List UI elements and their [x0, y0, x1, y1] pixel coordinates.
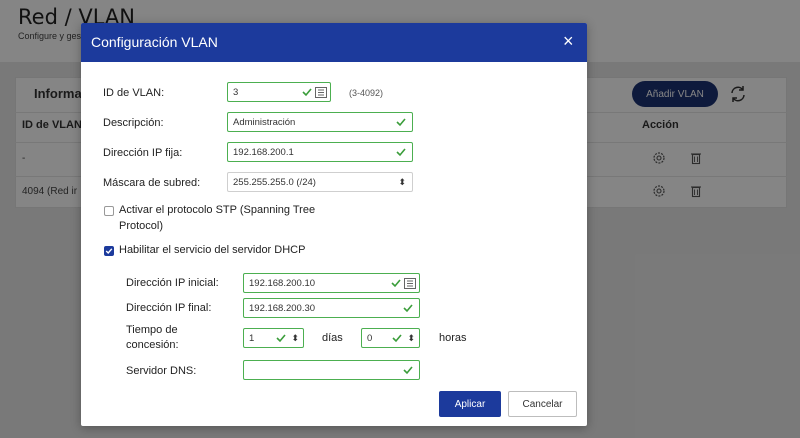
dhcp-start-value: 192.168.200.10 [249, 278, 316, 289]
dhcp-end-value: 192.168.200.30 [249, 303, 316, 314]
vlan-id-range-hint: (3-4092) [349, 88, 384, 98]
dhcp-end-label: Dirección IP final: [126, 302, 212, 314]
lease-hours-unit: horas [439, 332, 467, 344]
updown-arrows-icon: ⬍ [291, 333, 299, 343]
dhcp-start-input[interactable]: 192.168.200.10 [243, 273, 420, 293]
lease-days-unit: días [322, 332, 343, 344]
dhcp-settings-section: Dirección IP inicial: 192.168.200.10 Dir… [109, 263, 467, 385]
dhcp-start-label: Dirección IP inicial: [126, 277, 219, 289]
lease-days-value: 1 [249, 333, 255, 344]
stp-label-line1: Activar el protocolo STP (Spanning Tree [119, 204, 316, 216]
vlan-id-label: ID de VLAN: [103, 87, 165, 99]
keyboard-icon [404, 278, 416, 289]
description-input[interactable]: Administración [227, 112, 413, 132]
checkmark-icon [403, 304, 413, 313]
description-value: Administración [233, 117, 296, 128]
subnet-mask-value: 255.255.255.0 (/24) [233, 177, 316, 188]
dns-label: Servidor DNS: [126, 365, 197, 377]
dhcp-checkbox[interactable] [104, 246, 114, 256]
lease-label-line1: Tiempo de [126, 324, 178, 336]
fixed-ip-value: 192.168.200.1 [233, 147, 294, 158]
cancel-button[interactable]: Cancelar [508, 391, 577, 417]
updown-arrows-icon: ⬍ [407, 333, 415, 343]
stp-label-line2: Protocol) [119, 220, 164, 232]
checkmark-icon [396, 148, 406, 157]
checkmark-icon [391, 279, 401, 288]
lease-days-stepper[interactable]: 1 ⬍ [243, 328, 304, 348]
lease-hours-stepper[interactable]: 0 ⬍ [361, 328, 420, 348]
checkmark-icon [105, 248, 113, 255]
fixed-ip-input[interactable]: 192.168.200.1 [227, 142, 413, 162]
subnet-mask-label: Máscara de subred: [103, 177, 201, 189]
checkmark-icon [276, 334, 286, 343]
checkmark-icon [403, 366, 413, 375]
dialog-title: Configuración VLAN [91, 34, 218, 50]
keyboard-icon [315, 87, 327, 98]
dhcp-end-input[interactable]: 192.168.200.30 [243, 298, 420, 318]
checkmark-icon [396, 118, 406, 127]
dns-input[interactable] [243, 360, 420, 380]
vlan-config-dialog: Configuración VLAN × ID de VLAN: 3 (3-40… [81, 23, 587, 426]
checkmark-icon [302, 88, 312, 97]
vlan-id-input[interactable]: 3 [227, 82, 331, 102]
stp-checkbox[interactable] [104, 206, 114, 216]
vlan-id-value: 3 [233, 87, 239, 98]
checkmark-icon [392, 334, 402, 343]
subnet-mask-select[interactable]: 255.255.255.0 (/24) ⬍ [227, 172, 413, 192]
dialog-header: Configuración VLAN × [81, 23, 587, 62]
dhcp-label: Habilitar el servicio del servidor DHCP [119, 244, 306, 256]
fixed-ip-label: Dirección IP fija: [103, 147, 183, 159]
apply-button[interactable]: Aplicar [439, 391, 501, 417]
lease-hours-value: 0 [367, 333, 373, 344]
updown-arrows-icon: ⬍ [398, 177, 406, 187]
description-label: Descripción: [103, 117, 164, 129]
lease-label-line2: concesión: [126, 339, 179, 351]
close-icon[interactable]: × [563, 31, 577, 51]
